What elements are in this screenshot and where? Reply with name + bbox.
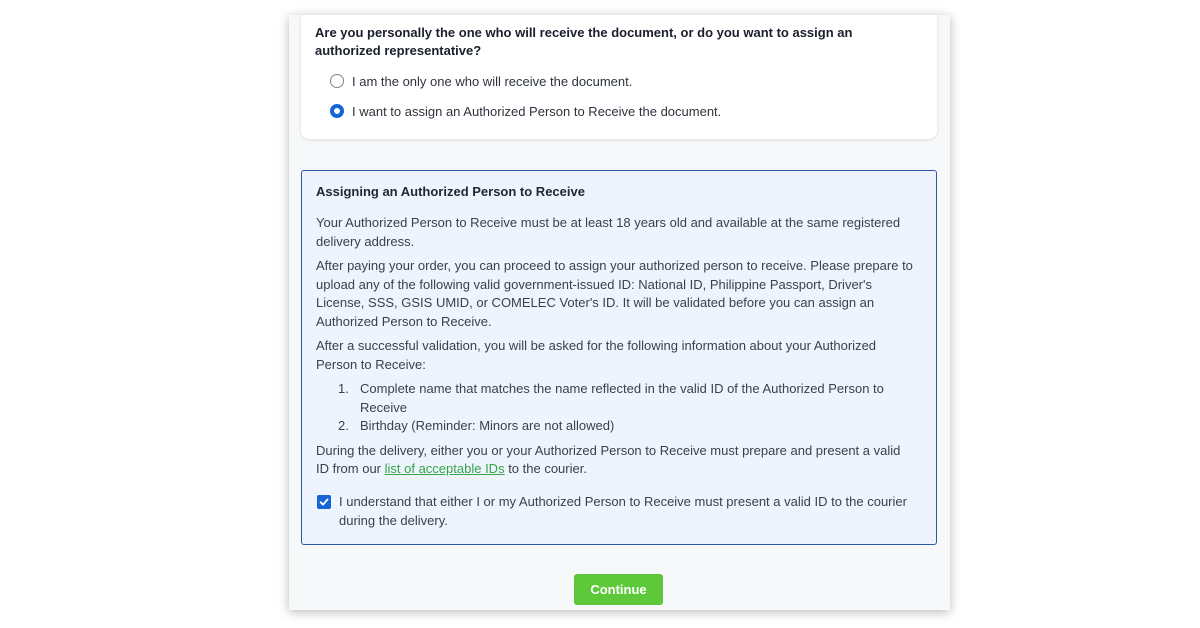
radio-self-receive[interactable] <box>330 74 344 88</box>
list-item-text: Birthday (Reminder: Minors are not allow… <box>360 418 615 433</box>
list-item: 1. Complete name that matches the name r… <box>316 380 916 417</box>
continue-button[interactable]: Continue <box>574 574 663 605</box>
list-item-number: 2. <box>338 418 349 433</box>
list-item-text: Complete name that matches the name refl… <box>360 381 884 415</box>
acknowledgement-row[interactable]: I understand that either I or my Authori… <box>317 493 925 530</box>
info-id-requirement: After paying your order, you can proceed… <box>316 258 913 329</box>
list-item-number: 1. <box>338 381 349 396</box>
option-authorized-person[interactable]: I want to assign an Authorized Person to… <box>330 102 721 120</box>
list-item: 2. Birthday (Reminder: Minors are not al… <box>316 417 916 436</box>
authorized-person-info-box: Assigning an Authorized Person to Receiv… <box>301 170 937 545</box>
acknowledgement-label: I understand that either I or my Authori… <box>339 494 907 528</box>
delivery-note-suffix: to the courier. <box>504 461 587 476</box>
info-body: Your Authorized Person to Receive must b… <box>316 214 916 485</box>
info-validation-note: After a successful validation, you will … <box>316 338 877 372</box>
acceptable-ids-link[interactable]: list of acceptable IDs <box>385 461 505 476</box>
checkmark-icon <box>319 498 329 506</box>
required-info-list: 1. Complete name that matches the name r… <box>316 380 916 436</box>
acknowledgement-checkbox[interactable] <box>317 495 331 509</box>
receiver-question: Are you personally the one who will rece… <box>315 25 853 58</box>
info-title: Assigning an Authorized Person to Receiv… <box>316 184 585 199</box>
option-authorized-person-label: I want to assign an Authorized Person to… <box>352 103 722 119</box>
info-delivery-note: During the delivery, either you or your … <box>316 442 916 479</box>
radio-authorized-person[interactable] <box>330 104 344 118</box>
receiver-question-card: Are you personally the one who will rece… <box>301 15 937 139</box>
form-sheet: Are you personally the one who will rece… <box>289 15 950 610</box>
option-self-receive-label: I am the only one who will receive the d… <box>352 73 633 89</box>
info-age-requirement: Your Authorized Person to Receive must b… <box>316 215 901 249</box>
option-self-receive[interactable]: I am the only one who will receive the d… <box>330 72 632 90</box>
